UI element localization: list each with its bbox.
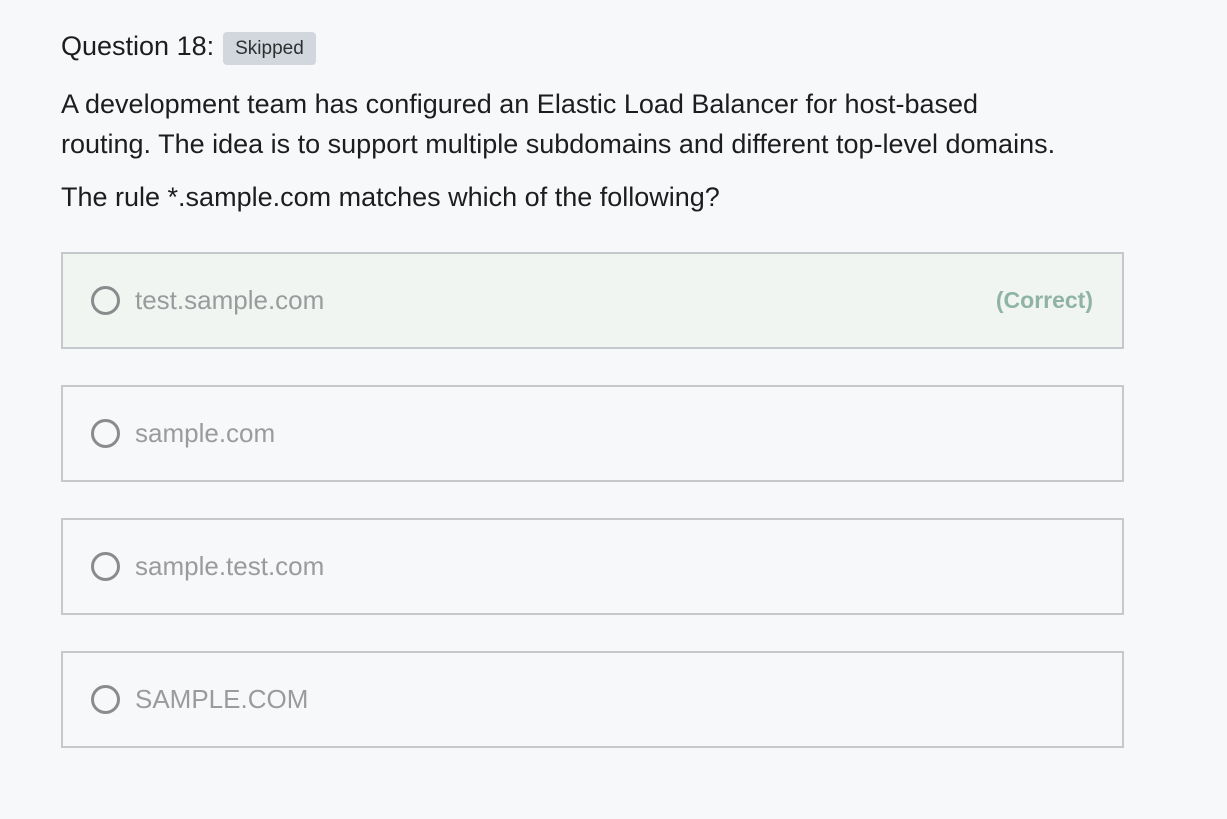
answer-option-2[interactable]: sample.com xyxy=(61,385,1124,482)
answer-list: test.sample.com (Correct) sample.com sam… xyxy=(61,252,1125,748)
answer-text: sample.test.com xyxy=(135,551,325,581)
radio-icon[interactable] xyxy=(91,419,120,448)
answer-option-3[interactable]: sample.test.com xyxy=(61,518,1124,615)
skipped-badge: Skipped xyxy=(223,31,316,65)
answer-text: sample.com xyxy=(135,418,276,448)
question-title: Question 18: xyxy=(61,31,215,61)
answer-text: SAMPLE.COM xyxy=(135,684,309,714)
question-prompt: The rule *.sample.com matches which of t… xyxy=(61,182,720,212)
answer-option-1[interactable]: test.sample.com (Correct) xyxy=(61,252,1124,349)
radio-icon[interactable] xyxy=(91,685,120,714)
answer-text: test.sample.com xyxy=(135,285,325,315)
answer-option-4[interactable]: SAMPLE.COM xyxy=(61,651,1124,748)
question-header: Question 18: Skipped xyxy=(61,28,1125,65)
correct-label: (Correct) xyxy=(995,287,1093,313)
radio-icon[interactable] xyxy=(91,552,120,581)
radio-icon[interactable] xyxy=(91,286,120,315)
question-text: A development team has configured an Ela… xyxy=(61,89,1056,159)
question-panel: Question 18: Skipped A development team … xyxy=(61,28,1125,784)
